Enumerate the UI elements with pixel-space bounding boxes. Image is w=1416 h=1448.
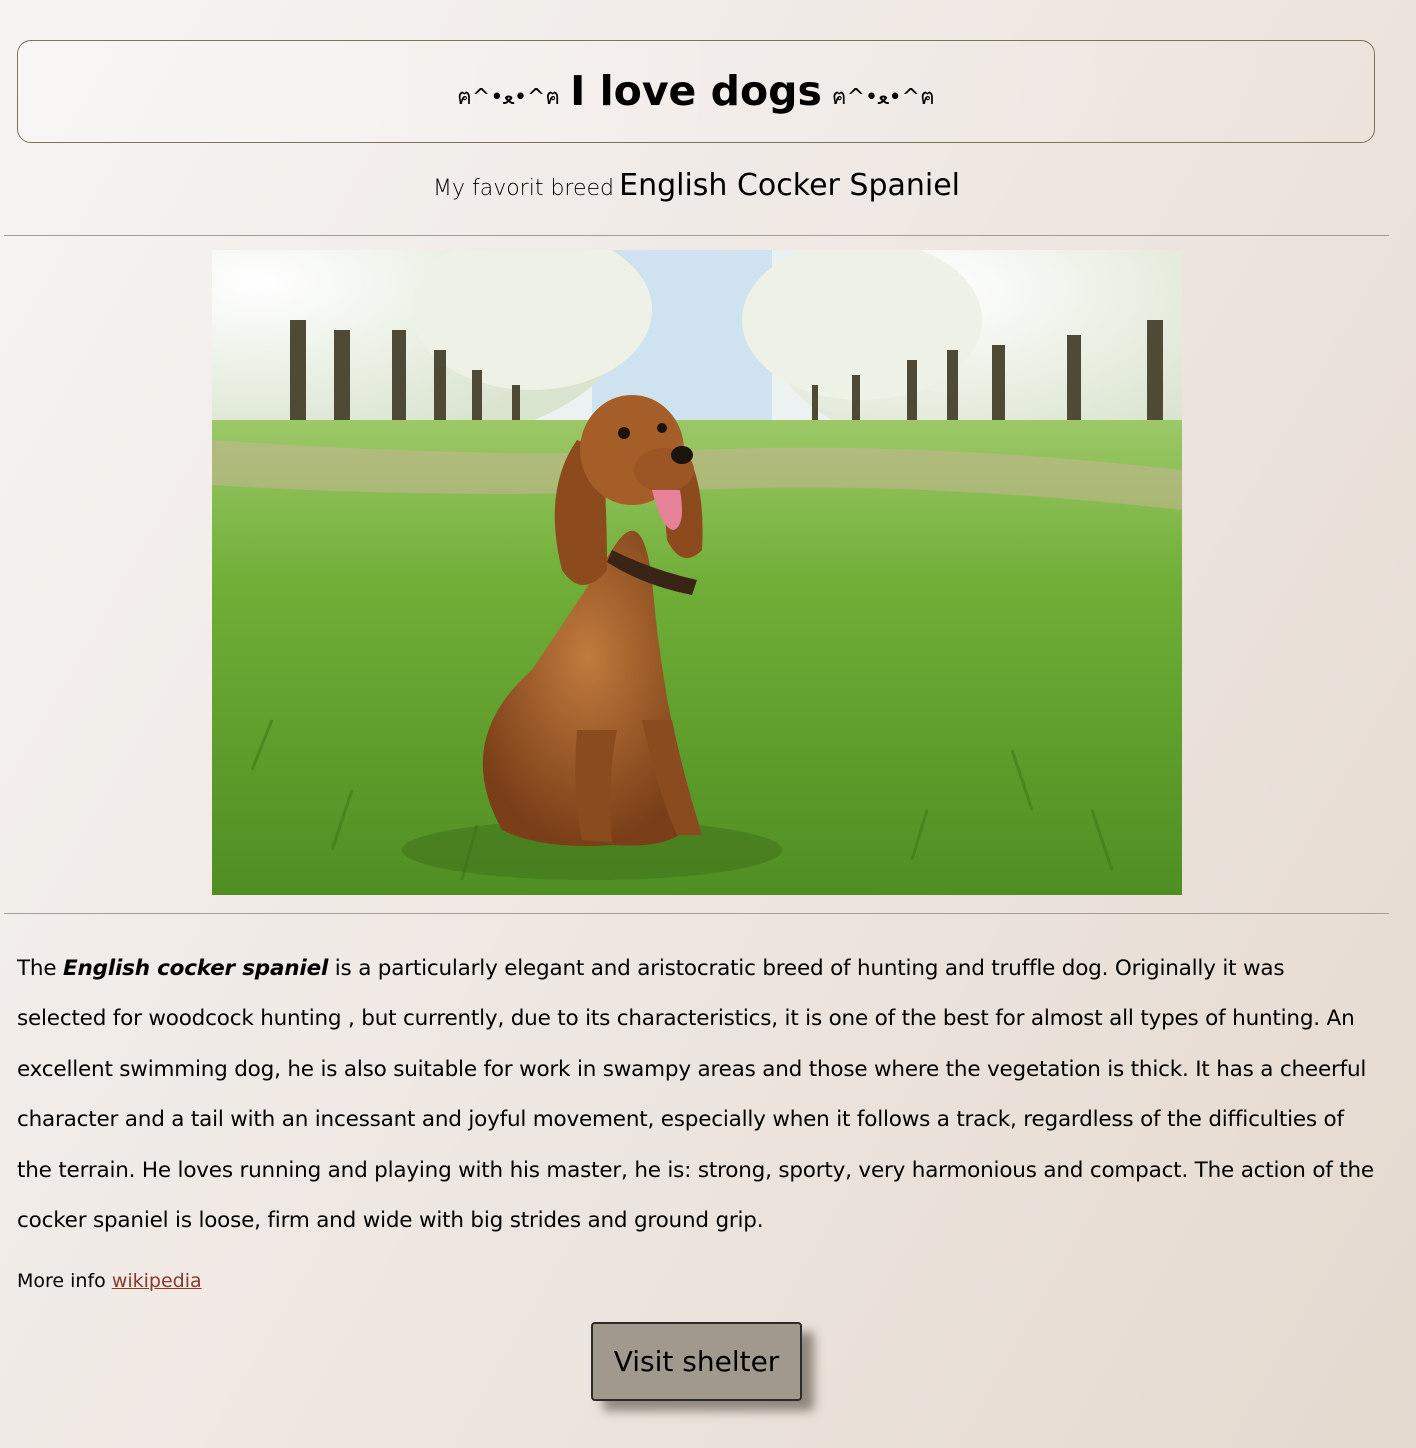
- breed-description: The English cocker spaniel is a particul…: [17, 944, 1379, 1246]
- kaomoji-left: ฅ^•ﻌ•^ฅ: [457, 84, 561, 110]
- subtitle-prefix: My favorit breed: [432, 176, 615, 201]
- description-lead: The: [17, 956, 57, 981]
- page-title-text: I love dogs: [570, 67, 822, 115]
- header-box: ฅ^•ﻌ•^ฅ I love dogs ฅ^•ﻌ•^ฅ: [17, 40, 1375, 143]
- more-info-label: More info: [17, 1270, 106, 1292]
- more-info: More info wikipedia: [17, 1270, 202, 1292]
- description-highlight: English cocker spaniel: [63, 956, 329, 981]
- subtitle: My favorit breed English Cocker Spaniel: [0, 168, 1393, 203]
- visit-shelter-button[interactable]: Visit shelter: [591, 1322, 802, 1401]
- page-title: ฅ^•ﻌ•^ฅ I love dogs ฅ^•ﻌ•^ฅ: [457, 71, 935, 112]
- top-divider: [4, 235, 1389, 236]
- subtitle-breed: English Cocker Spaniel: [619, 168, 961, 203]
- description-body: is a particularly elegant and aristocrat…: [17, 956, 1374, 1234]
- dog-photo: [212, 250, 1182, 895]
- bottom-divider: [4, 913, 1389, 914]
- wikipedia-link[interactable]: wikipedia: [112, 1270, 202, 1292]
- kaomoji-right: ฅ^•ﻌ•^ฅ: [831, 84, 935, 110]
